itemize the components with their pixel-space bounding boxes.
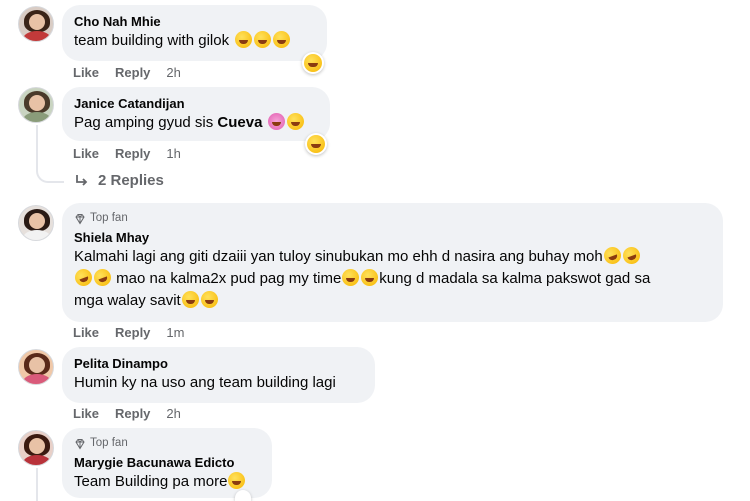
diamond-icon — [75, 438, 85, 449]
rofl-emoji-icon — [620, 244, 643, 267]
timestamp[interactable]: 1h — [166, 146, 180, 162]
reply-button[interactable]: Reply — [115, 325, 150, 341]
laughing-emoji-icon — [253, 31, 271, 48]
comment-actions: Like Reply 1m — [73, 325, 184, 341]
shocked-emoji-icon — [200, 291, 218, 308]
like-button[interactable]: Like — [73, 325, 99, 341]
comment-line: mga walay savit — [74, 292, 181, 309]
comment-bubble: Top fan Marygie Bacunawa Edicto Team Bui… — [62, 428, 272, 498]
top-fan-badge: Top fan — [74, 211, 711, 226]
rofl-emoji-icon — [72, 266, 95, 289]
avatar[interactable] — [18, 349, 54, 385]
comment-line: kung d madala sa kalma pakswot gad sa — [379, 270, 651, 287]
laughing-emoji-icon — [234, 31, 252, 48]
diamond-icon — [75, 213, 85, 224]
haha-reaction-icon[interactable] — [235, 490, 251, 501]
comment-actions: Like Reply 2h — [73, 406, 181, 422]
commenter-name[interactable]: Marygie Bacunawa Edicto — [74, 454, 260, 471]
mention-link[interactable]: Cueva — [217, 114, 262, 131]
commenter-name[interactable]: Pelita Dinampo — [74, 355, 363, 372]
avatar[interactable] — [18, 6, 54, 42]
top-fan-label: Top fan — [90, 212, 128, 224]
comment-text: Kalmahi lagi ang giti dzaiii yan tuloy s… — [72, 244, 711, 312]
commenter-name[interactable]: Janice Catandijan — [74, 95, 318, 112]
comment-text: team building with gilok — [74, 32, 230, 49]
commenter-name[interactable]: Cho Nah Mhie — [74, 13, 315, 30]
laughing-emoji-icon — [272, 31, 290, 48]
reply-button[interactable]: Reply — [115, 65, 150, 81]
comment-bubble: Pelita Dinampo Humin ky na uso ang team … — [62, 347, 375, 403]
rofl-emoji-icon — [91, 266, 114, 289]
comment-bubble: Janice Catandijan Pag amping gyud sis Cu… — [62, 87, 330, 141]
like-button[interactable]: Like — [73, 65, 99, 81]
top-fan-label: Top fan — [90, 437, 128, 449]
haha-reaction-icon[interactable] — [305, 133, 327, 155]
timestamp[interactable]: 2h — [166, 406, 180, 422]
top-fan-badge: Top fan — [74, 436, 260, 451]
avatar[interactable] — [18, 87, 54, 123]
comment-text: Humin ky na uso ang team building lagi — [74, 374, 336, 391]
thread-line — [36, 468, 38, 501]
comment-text: Pag amping gyud sis — [74, 114, 218, 131]
reply-button[interactable]: Reply — [115, 406, 150, 422]
comment-bubble: Top fan Shiela Mhay Kalmahi lagi ang git… — [62, 203, 723, 322]
like-button[interactable]: Like — [73, 146, 99, 162]
avatar[interactable] — [18, 205, 54, 241]
comment-text: Team Building pa more — [74, 473, 228, 490]
laughing-emoji-icon — [228, 472, 246, 489]
replies-count: 2 Replies — [98, 172, 164, 189]
smiling-emoji-icon — [342, 269, 360, 286]
like-button[interactable]: Like — [73, 406, 99, 422]
thread-line — [36, 125, 38, 171]
comment-line: mao na kalma2x pud pag my time — [116, 270, 342, 287]
timestamp[interactable]: 1m — [166, 325, 184, 341]
nail-polish-emoji-icon — [267, 113, 285, 130]
comment-actions: Like Reply 1h — [73, 146, 181, 162]
comment-bubble: Cho Nah Mhie team building with gilok — [62, 5, 327, 61]
thread-connector — [36, 167, 64, 183]
rofl-emoji-icon — [601, 244, 624, 267]
view-replies-button[interactable]: 2 Replies — [74, 172, 164, 189]
grinning-emoji-icon — [286, 113, 304, 130]
reply-arrow-icon — [76, 174, 88, 186]
reply-button[interactable]: Reply — [115, 146, 150, 162]
comment-actions: Like Reply 2h — [73, 65, 181, 81]
timestamp[interactable]: 2h — [166, 65, 180, 81]
commenter-name[interactable]: Shiela Mhay — [74, 229, 711, 246]
shocked-emoji-icon — [181, 291, 199, 308]
avatar[interactable] — [18, 430, 54, 466]
smiling-emoji-icon — [361, 269, 379, 286]
comment-line: Kalmahi lagi ang giti dzaiii yan tuloy s… — [74, 248, 603, 265]
haha-reaction-icon[interactable] — [302, 52, 324, 74]
